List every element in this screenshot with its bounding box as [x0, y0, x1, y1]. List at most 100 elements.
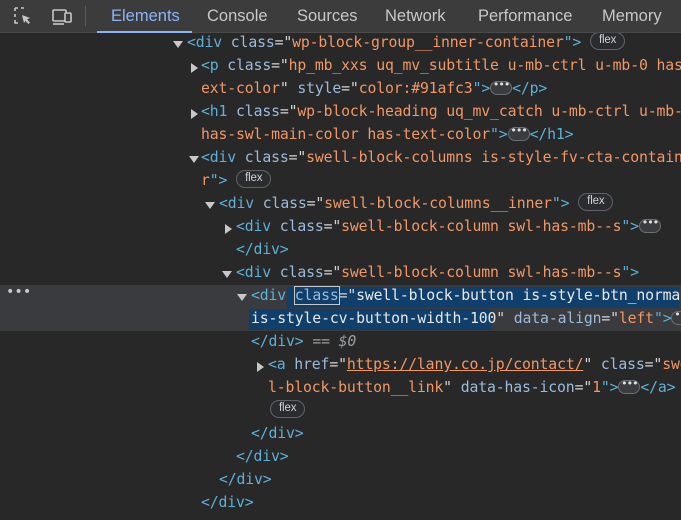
dom-node-p[interactable]: <p class="hp_mb_xxs uq_mv_subtitle u-mb-…: [0, 54, 681, 77]
tag-end: </p>: [512, 80, 548, 97]
attr-name: class: [262, 195, 307, 212]
attr-name: class: [227, 57, 272, 74]
tag-open: <div: [236, 264, 280, 281]
devtools-toolbar: Elements Console Sources Network Perform…: [0, 0, 681, 33]
flex-badge[interactable]: flex: [589, 33, 626, 50]
flex-badge[interactable]: flex: [578, 193, 614, 211]
tag-close: ">: [490, 126, 508, 143]
attr-value: hp_mb_xxs uq_mv_subtitle u-mb-ctrl u-mb-…: [288, 57, 681, 74]
attr-name: href: [294, 356, 330, 373]
attr-quote: ": [279, 80, 298, 97]
tag-end: </div>: [201, 494, 254, 511]
tab-memory[interactable]: Memory: [602, 0, 662, 33]
attr-name: class: [293, 286, 340, 305]
dom-node-link-cont[interactable]: l-block-button__link" data-has-icon="1">…: [0, 376, 681, 399]
attr-value: swel: [662, 356, 681, 373]
attr-value: swell-block-columns__inner: [324, 195, 552, 212]
attr-name: style: [297, 80, 342, 97]
select-element-icon[interactable]: [12, 5, 34, 27]
tab-performance[interactable]: Performance: [478, 0, 572, 33]
dom-node-button-selected[interactable]: <div class="swell-block-button is-style-…: [0, 284, 681, 307]
attr-eq: =": [306, 195, 325, 212]
dom-node-column-1[interactable]: <div class="swell-block-column swl-has-m…: [0, 215, 681, 238]
attr-value: ext-color: [201, 80, 280, 97]
tag-end: </div>: [236, 241, 289, 258]
attr-quote: ": [443, 379, 461, 396]
dom-node-button-close[interactable]: </div> == $0: [0, 330, 681, 353]
attr-eq: =": [338, 287, 357, 304]
tag-open: <div: [187, 34, 231, 51]
tab-network[interactable]: Network: [385, 0, 446, 33]
tag-end: </div>: [236, 448, 289, 465]
collapsed-content-icon[interactable]: •••: [638, 217, 661, 233]
attr-eq: =": [323, 218, 342, 235]
attr-eq: =": [329, 356, 347, 373]
attr-name: class: [230, 34, 275, 51]
toolbar-divider: [85, 6, 86, 26]
attr-name: class: [600, 356, 645, 373]
dom-node-close[interactable]: </div>: [0, 468, 681, 491]
attr-value: r: [201, 172, 210, 189]
collapsed-content-icon[interactable]: •••: [507, 125, 530, 141]
attr-name: class: [236, 103, 280, 120]
dom-node-close[interactable]: </div>: [0, 422, 681, 445]
tab-elements[interactable]: Elements: [97, 0, 192, 33]
attr-value: swell-block-button is-style-btn_normal: [356, 287, 681, 304]
tag-end: </div>: [219, 471, 272, 488]
tag-close: ">: [209, 172, 228, 189]
tag-open: <div: [201, 149, 245, 166]
attr-value: has-swl-main-color has-text-color: [201, 126, 491, 143]
tag-close: ">: [653, 310, 672, 327]
flex-badge[interactable]: flex: [270, 400, 306, 418]
tag-open: <h1: [201, 103, 237, 120]
href-link[interactable]: https://lany.co.jp/contact/: [347, 356, 584, 373]
tag-end: </div>: [251, 333, 304, 350]
attr-value: wp-block-heading uq_mv_catch u-mb-ctrl u…: [297, 103, 681, 120]
attr-value: color:#91afc3: [358, 80, 473, 97]
attr-eq: =": [274, 34, 293, 51]
dom-node-p-cont[interactable]: ext-color" style="color:#91afc3"> ••• </p>: [0, 77, 681, 100]
attr-eq: =": [341, 80, 359, 97]
attr-name: class: [279, 264, 324, 281]
dom-node-h1-cont[interactable]: has-swl-main-color has-text-color"> ••• </…: [0, 123, 681, 146]
attr-value: l-block-button__link: [268, 379, 444, 396]
collapsed-content-icon[interactable]: •••: [490, 79, 513, 95]
dom-node-columns-inner[interactable]: <div class="swell-block-columns__inner">…: [0, 192, 681, 215]
attr-eq: =": [279, 103, 298, 120]
device-toolbar-icon[interactable]: [51, 5, 73, 27]
dom-node-column-2[interactable]: <div class="swell-block-column swl-has-m…: [0, 261, 681, 284]
dom-node-column-1-close[interactable]: </div>: [0, 238, 681, 261]
tab-sources[interactable]: Sources: [297, 0, 358, 33]
dom-node-columns[interactable]: <div class="swell-block-columns is-style…: [0, 146, 681, 169]
tag-close: ">: [600, 379, 619, 396]
attr-value: swell-block-column swl-has-mb--s: [341, 218, 622, 235]
dom-node-columns-cont[interactable]: r"> flex: [0, 169, 681, 192]
collapsed-content-icon[interactable]: •••: [618, 378, 641, 394]
collapsed-content-icon[interactable]: •••: [671, 309, 681, 325]
dom-node-button-cont[interactable]: is-style-cv-button-width-100" data-align…: [0, 307, 681, 330]
attr-name: data-align: [513, 310, 602, 327]
attr-eq: =": [271, 57, 289, 74]
attr-eq: =": [574, 379, 593, 396]
dom-node-close[interactable]: </div>: [0, 445, 681, 468]
tag-open: <p: [201, 57, 228, 74]
dom-node-close[interactable]: </div>: [0, 491, 681, 514]
attr-value: left: [618, 310, 654, 327]
tab-console[interactable]: Console: [207, 0, 268, 33]
attr-quote: ": [583, 356, 601, 373]
tag-open: <div: [236, 218, 280, 235]
tag-open: <a: [268, 356, 295, 373]
dom-node-link[interactable]: <a href="https://lany.co.jp/contact/" cl…: [0, 353, 681, 376]
tag-end: </h1>: [529, 126, 574, 143]
attr-name: data-has-icon: [460, 379, 575, 396]
dom-node-h1[interactable]: <h1 class="wp-block-heading uq_mv_catch …: [0, 100, 681, 123]
tag-open: <div: [251, 287, 295, 304]
dom-node-inner-container[interactable]: <div class="wp-block-group__inner-contai…: [0, 33, 681, 54]
attr-eq: =": [601, 310, 619, 327]
attr-name: class: [279, 218, 324, 235]
console-ref: == $0: [303, 333, 357, 350]
tag-close: ">: [621, 218, 639, 235]
flex-badge[interactable]: flex: [236, 170, 272, 188]
tag-close: ">: [551, 195, 570, 212]
attr-eq: =": [323, 264, 342, 281]
